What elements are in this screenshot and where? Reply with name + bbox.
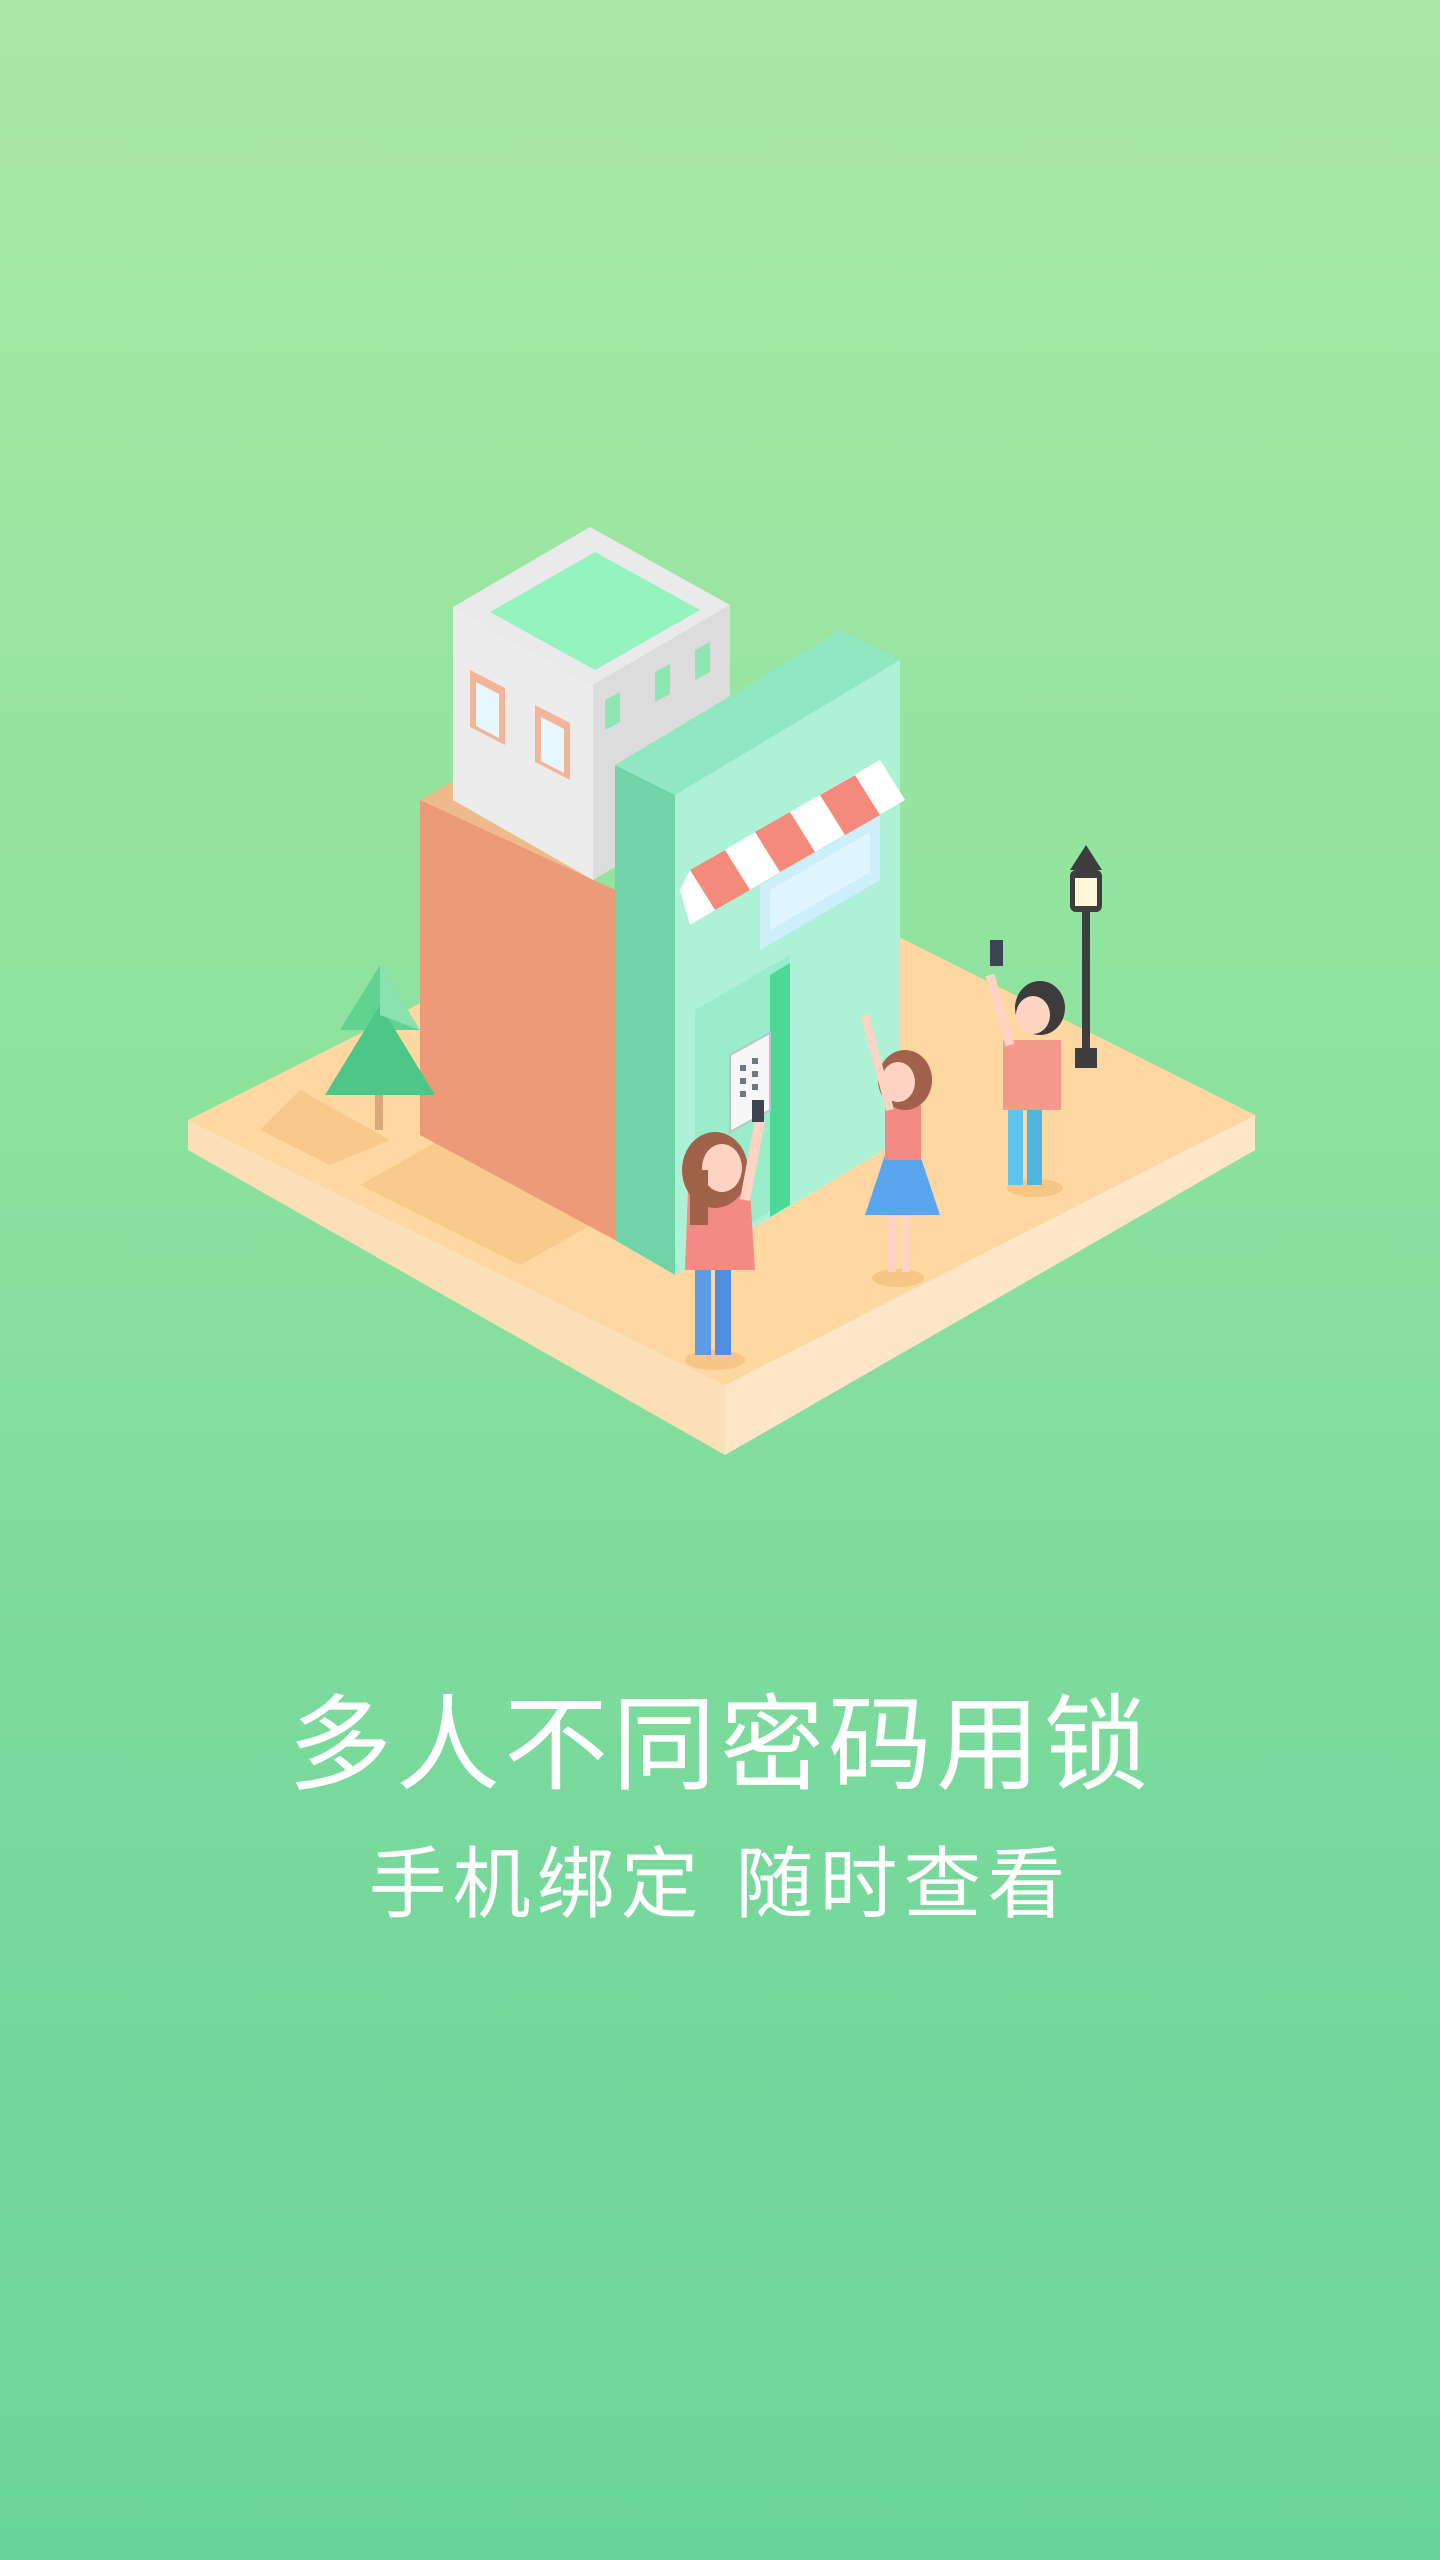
- feature-headline: 多人不同密码用锁: [287, 1684, 1152, 1806]
- feature-subline: 手机绑定 随时查看: [368, 1840, 1072, 1930]
- onboarding-screen: 多人不同密码用锁 手机绑定 随时查看: [0, 0, 1440, 2560]
- building: [420, 527, 905, 1275]
- hero-illustration: [188, 527, 1255, 1455]
